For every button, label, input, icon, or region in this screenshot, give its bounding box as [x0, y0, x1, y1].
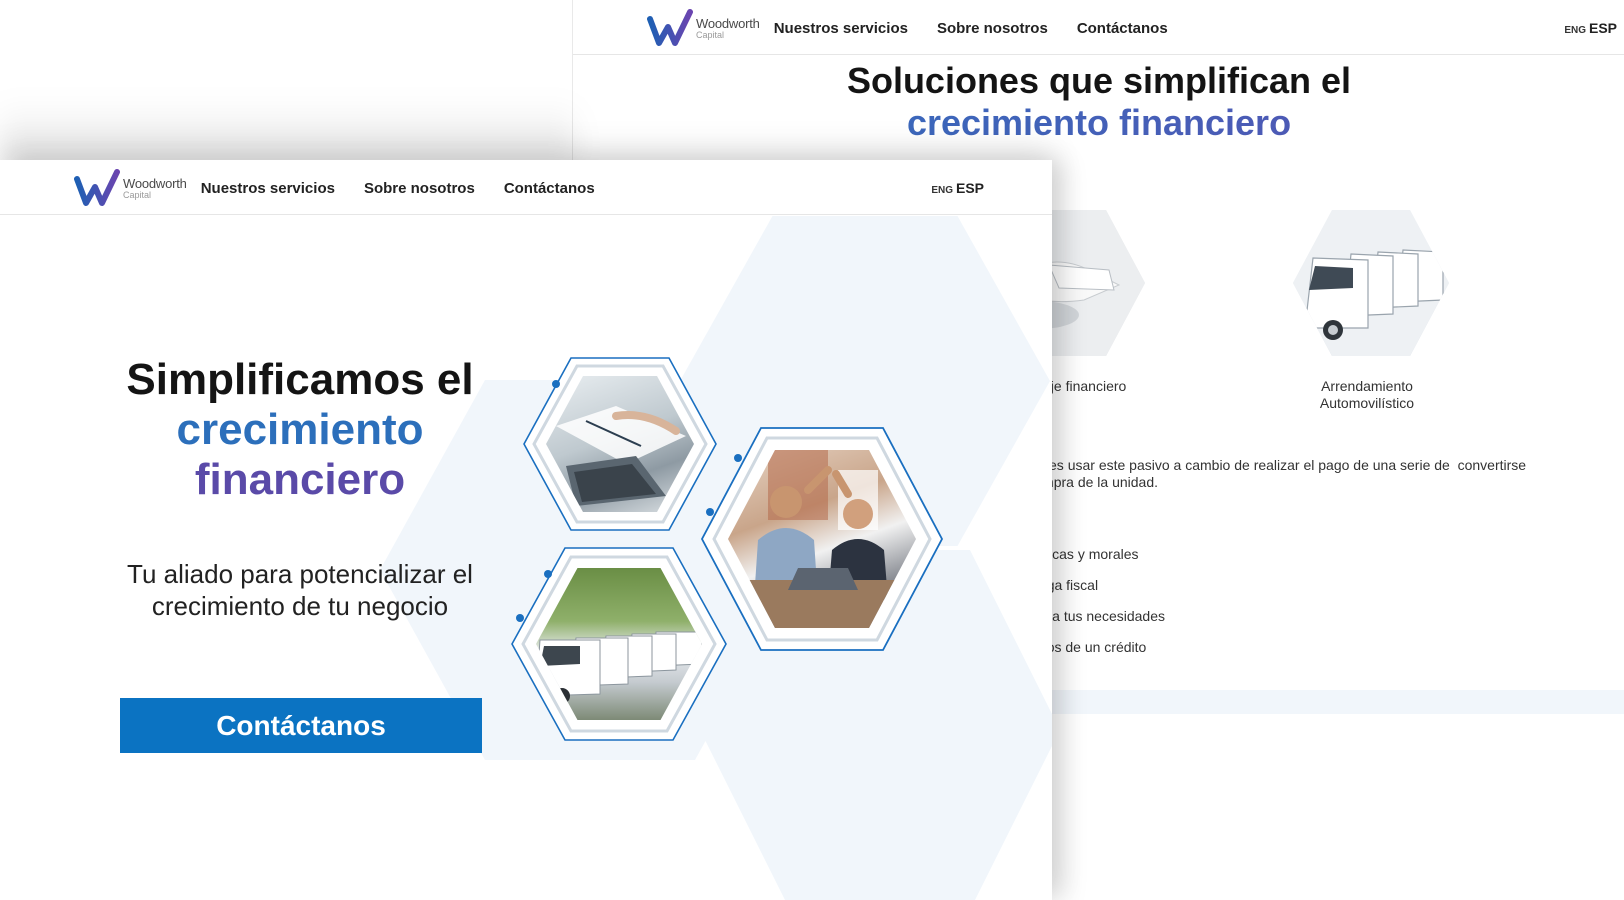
logo-name: Woodworth	[696, 15, 760, 31]
front-page-window: Woodworth Capital Nuestros servicios Sob…	[0, 160, 1052, 900]
nav-divider	[573, 54, 1624, 55]
nav-about[interactable]: Sobre nosotros	[937, 20, 1048, 37]
nav-contact[interactable]: Contáctanos	[1077, 20, 1168, 37]
logo-w-icon	[647, 9, 693, 46]
hero-title: Simplificamos el	[126, 355, 474, 404]
language-switcher[interactable]: ENG ESP	[931, 180, 984, 196]
nav-about[interactable]: Sobre nosotros	[364, 180, 475, 197]
nav-divider	[0, 214, 1052, 215]
nav-services[interactable]: Nuestros servicios	[774, 20, 908, 37]
logo-name: Woodworth	[123, 175, 187, 191]
photo-hexagon-team	[700, 426, 944, 652]
solutions-title-accent: crecimiento financiero	[573, 102, 1624, 144]
service-image-vans[interactable]	[1293, 210, 1449, 356]
lang-eng[interactable]: ENG	[931, 185, 953, 196]
connector-dot	[734, 454, 742, 462]
hero-title-accent-blue: crecimiento	[176, 405, 424, 454]
service-label-arrendamiento: Arrendamiento Automovilístico	[1319, 378, 1415, 411]
window-shadow	[0, 100, 575, 160]
logo-w-icon	[74, 169, 120, 206]
logo-sub: Capital	[696, 29, 725, 40]
contact-button[interactable]: Contáctanos	[120, 698, 482, 753]
hero-subtitle: Tu aliado para potencializar el crecimie…	[127, 559, 473, 621]
back-navbar: Woodworth Capital Nuestros servicios Sob…	[647, 6, 1617, 50]
photo-hexagon-laptop	[522, 356, 718, 532]
lang-esp[interactable]: ESP	[1589, 20, 1617, 36]
brand-logo[interactable]: Woodworth Capital	[74, 169, 187, 207]
connector-dot	[706, 508, 714, 516]
language-switcher[interactable]: ENG ESP	[1564, 20, 1617, 36]
connector-dot	[516, 614, 524, 622]
hero-title-accent-purple: financiero	[194, 455, 406, 504]
connector-dot	[544, 570, 552, 578]
nav-contact[interactable]: Contáctanos	[504, 180, 595, 197]
nav-services[interactable]: Nuestros servicios	[201, 180, 335, 197]
front-navbar: Woodworth Capital Nuestros servicios Sob…	[74, 166, 984, 210]
lang-esp[interactable]: ESP	[956, 180, 984, 196]
brand-logo[interactable]: Woodworth Capital	[647, 9, 760, 47]
logo-sub: Capital	[123, 189, 152, 200]
photo-hexagon-vans	[510, 546, 728, 742]
solutions-title: Soluciones que simplifican el	[846, 60, 1352, 101]
connector-dot	[552, 380, 560, 388]
section-band	[1013, 690, 1624, 714]
service-description: ros clientes usar este pasivo a cambio d…	[993, 457, 1527, 490]
lang-eng[interactable]: ENG	[1564, 25, 1586, 36]
